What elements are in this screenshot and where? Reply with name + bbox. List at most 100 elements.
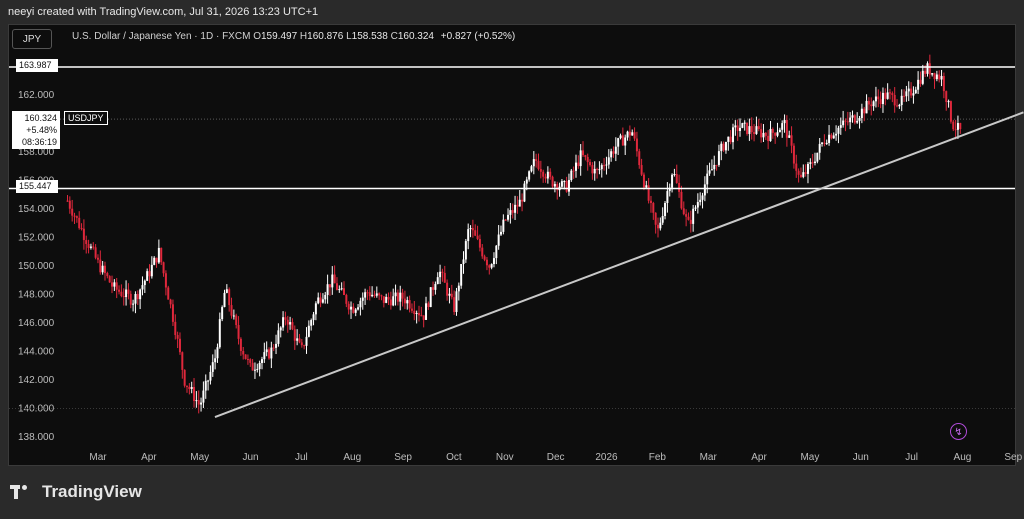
candle-body [502,219,505,232]
candle-body [467,229,470,242]
candle-body [246,358,249,360]
candle-body [321,299,324,303]
candle-body [188,386,191,390]
lightning-icon[interactable]: ↯ [950,423,967,440]
candle-body [394,292,397,297]
candle-body [85,240,88,244]
last-price-value: 160.324 [24,113,57,123]
candle-body [73,215,76,217]
candle-body [870,104,873,107]
candle-body [87,243,90,248]
candle-body [539,168,542,172]
candle-body [682,208,685,215]
candle-body [150,264,153,277]
candle-body [762,132,765,138]
candle-body [776,132,779,136]
candle-body [415,313,418,315]
candle-body [89,246,92,248]
candle-body [312,314,315,321]
candle-body [293,329,296,341]
candle-body [338,289,341,291]
candle-body [134,293,137,304]
candle-body [626,131,629,138]
candle-body [633,132,636,139]
candle-body [933,73,936,80]
candle-body [204,380,207,391]
candle-body [720,143,723,152]
candle-body [715,164,718,166]
tradingview-mark-icon [10,485,36,499]
candle-body [661,216,664,223]
candle-body [251,362,254,371]
candle-body [303,345,306,347]
tradingview-logo: TradingView [10,482,142,502]
candle-body [509,210,512,215]
level-label-lower: 155.447 [16,180,58,193]
candle-body [497,234,500,246]
candle-body [92,246,95,248]
candle-body [352,306,355,313]
candle-body [71,208,74,216]
candle-body [905,91,908,97]
candle-body [235,315,238,326]
candle-body [115,282,118,290]
candle-body [535,159,538,161]
candle-body [828,134,831,143]
candle-body [120,291,123,296]
candle-body [586,156,589,163]
candle-body [75,216,78,218]
candle-body [488,265,491,268]
candle-body [621,135,624,146]
candle-body [638,151,641,166]
candle-body [687,216,690,220]
candle-body [914,89,917,94]
candle-body [823,142,826,144]
price-chart[interactable]: 138.000140.000142.000144.000146.000148.0… [0,0,1024,519]
candle-body [284,317,287,320]
candle-body [420,315,423,317]
candle-body [600,165,603,170]
candle-body [647,185,650,201]
candle-body [879,99,882,105]
candle-body [664,203,667,217]
candle-body [242,350,245,355]
candle-body [853,115,856,123]
candle-body [307,325,310,337]
candle-body [366,292,369,294]
candle-body [155,257,158,263]
candle-body [232,315,235,317]
candle-body [839,125,842,128]
candle-body [675,174,678,183]
x-tick-label: Jun [242,452,258,463]
candle-body [926,63,929,74]
x-tick-label: Dec [547,452,565,463]
candle-body [790,135,793,146]
candle-body [717,151,720,165]
candle-body [164,273,167,288]
x-tick-label: Sep [1004,452,1022,463]
candle-body [804,172,807,174]
candle-body [788,135,791,138]
candle-body [881,92,884,105]
candle-body [746,122,749,134]
candle-body [938,74,941,80]
candle-body [354,309,357,313]
candle-body [734,125,737,128]
x-tick-label: Mar [700,452,718,463]
candle-body [317,297,320,304]
candle-body [884,92,887,99]
candle-body [160,247,163,263]
candle-body [830,134,833,139]
candle-body [666,191,669,204]
candle-body [127,289,130,294]
candle-body [410,308,413,311]
candle-body [760,129,763,138]
candle-body [589,162,592,166]
x-tick-label: Jul [295,452,308,463]
candle-body [935,74,938,80]
brand-name: TradingView [42,482,142,501]
candle-body [268,349,271,359]
candle-body [724,141,727,151]
candle-body [96,257,99,260]
candle-body [200,402,203,405]
